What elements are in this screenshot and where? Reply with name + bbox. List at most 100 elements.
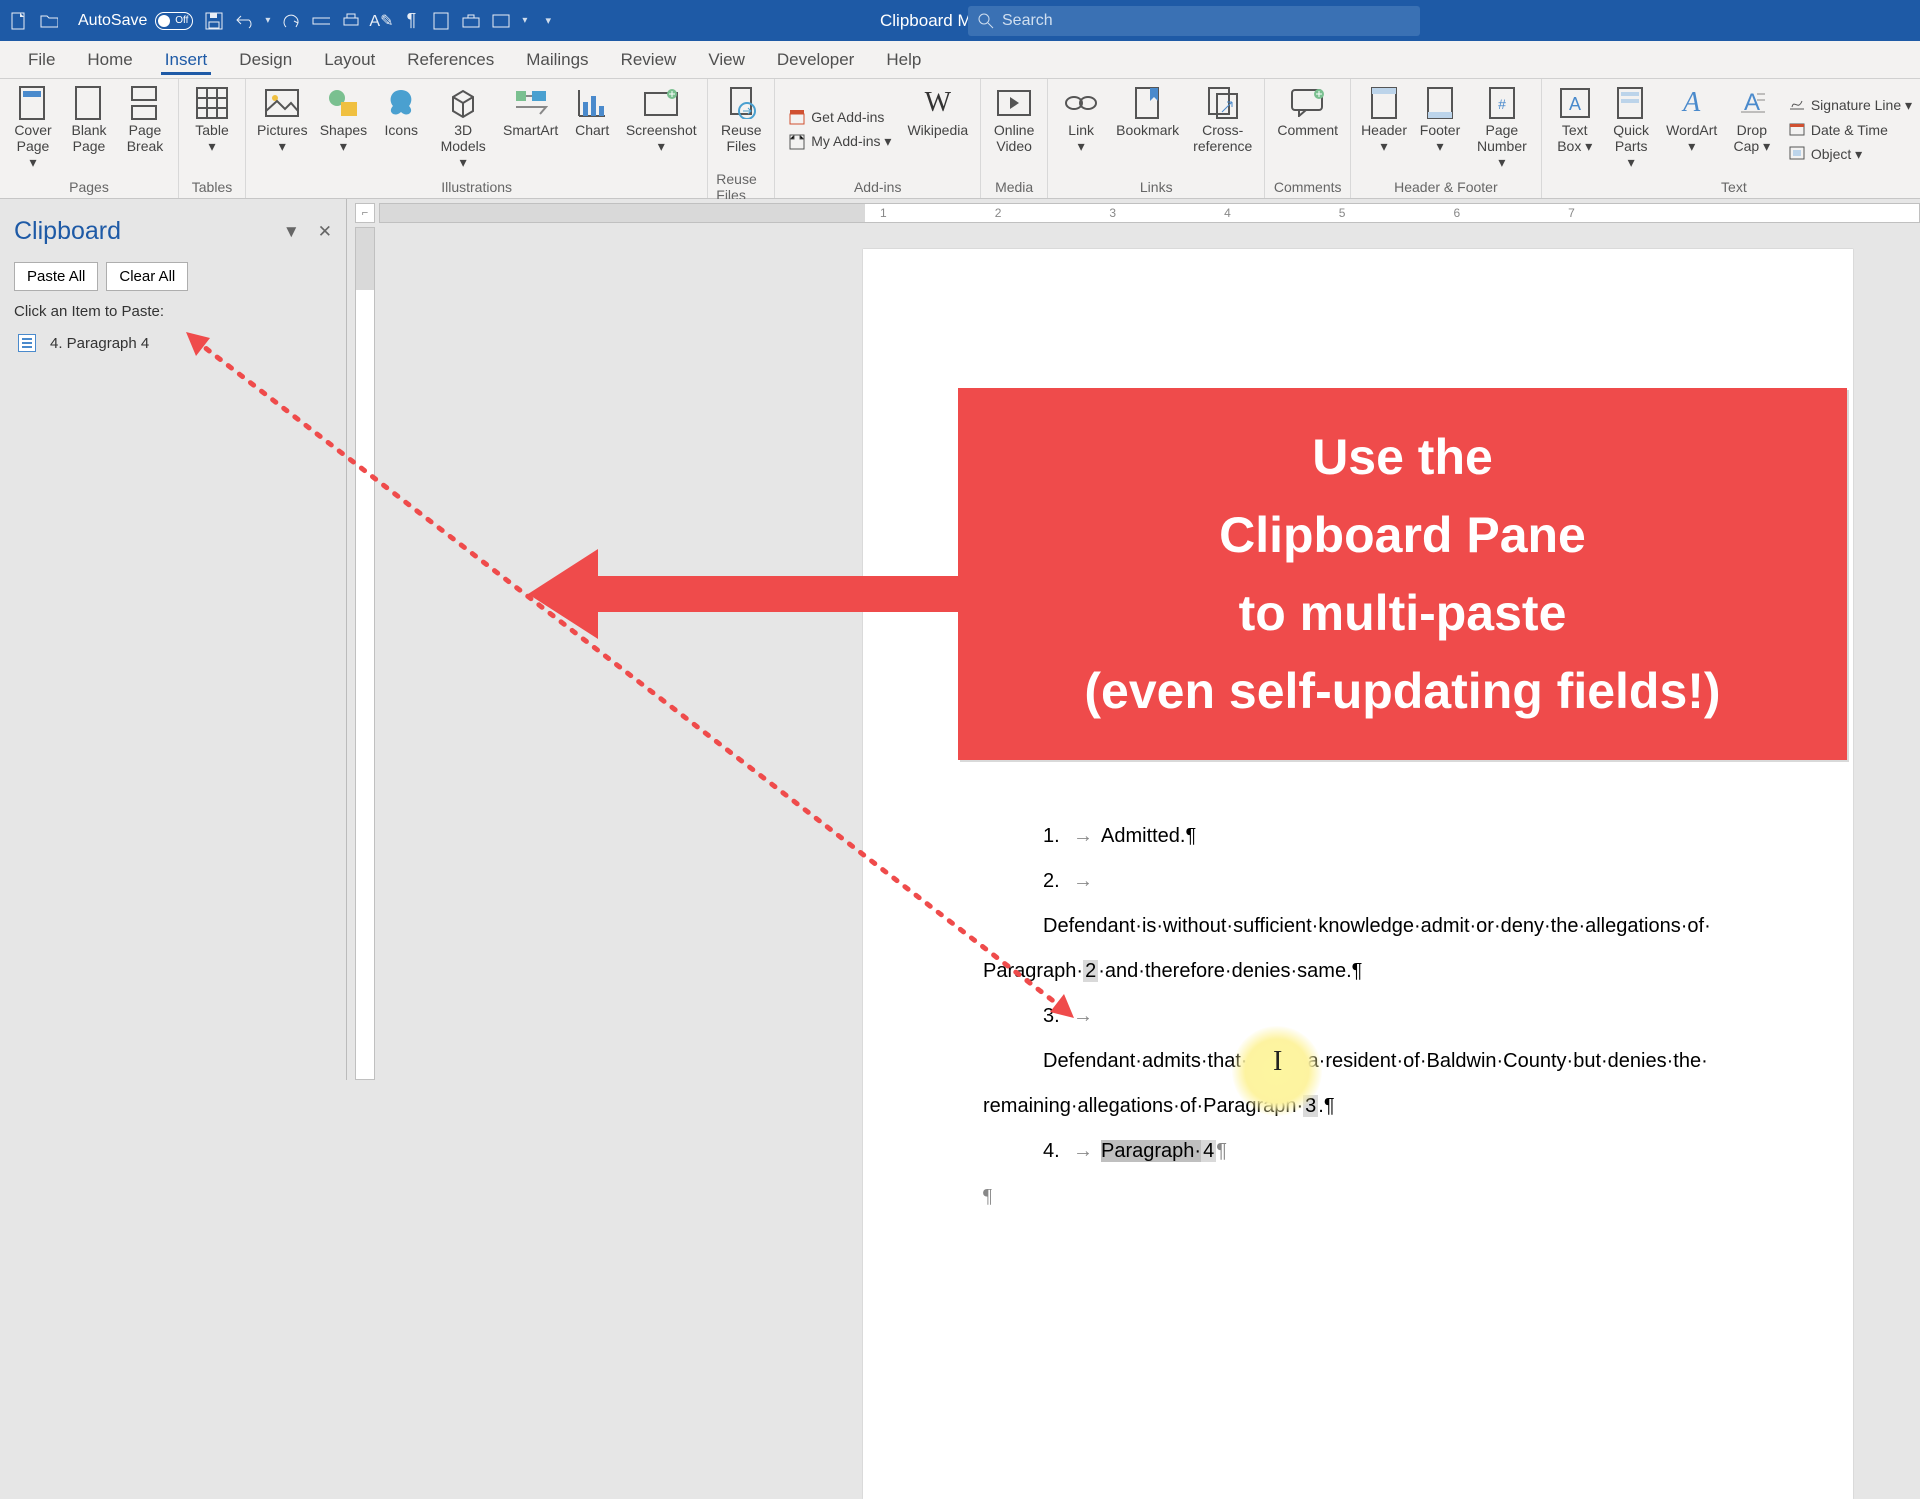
my-addins-button[interactable]: My Add-ins ▾ [783,130,897,153]
group-text-label: Text [1721,176,1747,198]
textbox-button[interactable]: ATextBox ▾ [1550,83,1600,176]
comment-button[interactable]: Comment [1273,83,1342,176]
date-time-icon [1789,122,1805,138]
search-input[interactable] [1002,12,1410,30]
clipboard-item[interactable]: 4. Paragraph 4 [14,330,332,356]
show-hide-icon[interactable]: ¶ [402,12,420,30]
save-icon[interactable] [205,12,223,30]
tab-mailings[interactable]: Mailings [510,41,604,79]
autosave-toggle[interactable]: AutoSave Off [78,12,193,30]
autosave-label: AutoSave [78,12,147,30]
tab-help[interactable]: Help [870,41,937,79]
comment-icon [1291,86,1325,120]
tab-home[interactable]: Home [71,41,148,79]
redo-icon[interactable] [282,12,300,30]
page-break-button[interactable]: PageBreak [120,83,170,176]
qat-split-icon[interactable]: ▾ [522,15,527,26]
chart-icon [575,86,609,120]
group-reuse-label: Reuse Files [716,176,766,198]
qat-more-icon[interactable]: ▾ [545,14,551,27]
vertical-ruler[interactable] [355,227,375,1080]
smartart-button[interactable]: SmartArt [500,83,561,176]
crossref-button[interactable]: Cross-reference [1189,83,1256,176]
wikipedia-icon: W [921,86,955,120]
qat-icon-10[interactable] [492,12,510,30]
word-doc-icon [18,334,36,352]
undo-icon[interactable] [235,12,253,30]
object-button[interactable]: Object ▾ [1783,143,1918,166]
footer-button[interactable]: Footer▾ [1415,83,1465,176]
quick-print-icon[interactable] [342,12,360,30]
horizontal-ruler[interactable]: 1 2 3 4 5 6 7 [379,203,1920,223]
qat-icon-9[interactable] [462,12,480,30]
link-button[interactable]: Link▾ [1056,83,1106,176]
qat-icon-6[interactable]: A✎ [372,12,390,30]
3d-models-button[interactable]: 3DModels ▾ [432,83,494,176]
tab-view[interactable]: View [692,41,761,79]
new-file-icon[interactable] [10,12,28,30]
shapes-icon [326,86,360,120]
crossref-icon [1206,86,1240,120]
pane-close-icon[interactable]: ✕ [318,222,332,242]
screenshot-button[interactable]: Screenshot▾ [623,83,699,176]
page-number-button[interactable]: #PageNumber ▾ [1471,83,1533,176]
tab-developer[interactable]: Developer [761,41,871,79]
pictures-button[interactable]: Pictures▾ [254,83,311,176]
video-icon [997,86,1031,120]
table-button[interactable]: Table▾ [187,83,237,176]
instruction-callout: Use the Clipboard Pane to multi-paste (e… [958,388,1847,760]
search-box[interactable] [968,6,1420,36]
dropcap-button[interactable]: ADropCap ▾ [1727,83,1777,176]
get-addins-button[interactable]: Get Add-ins [783,106,897,128]
blank-page-button[interactable]: BlankPage [64,83,114,176]
wikipedia-button[interactable]: WWikipedia [903,83,972,176]
blank-page-icon [72,86,106,120]
online-video-button[interactable]: OnlineVideo [989,83,1039,176]
bookmark-button[interactable]: Bookmark [1112,83,1183,176]
wordart-icon: A [1675,86,1709,120]
tab-references[interactable]: References [391,41,510,79]
doc-item-3: 3.→Defendant·admits·that·she·is·a·reside… [983,994,1733,1084]
tab-review[interactable]: Review [605,41,693,79]
undo-split-icon[interactable]: ▾ [265,15,270,26]
date-time-button[interactable]: Date & Time [1783,119,1918,141]
icons-icon [384,86,418,120]
group-illustrations-label: Illustrations [441,176,512,198]
pictures-icon [265,86,299,120]
wordart-button[interactable]: AWordArt▾ [1663,83,1721,176]
group-comments-label: Comments [1274,176,1342,198]
clear-all-button[interactable]: Clear All [106,262,188,291]
group-links-label: Links [1140,176,1173,198]
shapes-button[interactable]: Shapes▾ [317,83,371,176]
group-media-label: Media [995,176,1033,198]
cover-page-button[interactable]: CoverPage ▾ [8,83,58,176]
page-number-icon: # [1485,86,1519,120]
smartart-icon [514,86,548,120]
ribbon-tabs: File Home Insert Design Layout Reference… [0,41,1920,79]
field-ref: 2 [1083,960,1098,982]
field-ref: 4 [1201,1140,1216,1162]
qat-icon-4[interactable] [312,12,330,30]
group-tables-label: Tables [192,176,232,198]
group-pages-label: Pages [69,176,109,198]
tab-file[interactable]: File [12,41,71,79]
signature-line-button[interactable]: Signature Line ▾ [1783,94,1918,117]
tab-insert[interactable]: Insert [149,41,224,79]
reuse-files-icon [724,86,758,120]
tab-design[interactable]: Design [223,41,308,79]
quick-parts-button[interactable]: QuickParts ▾ [1606,83,1657,176]
ruler-corner[interactable]: ⌐ [355,203,375,223]
header-button[interactable]: Header▾ [1359,83,1409,176]
pane-menu-icon[interactable]: ▼ [283,222,300,242]
footer-icon [1423,86,1457,120]
paste-all-button[interactable]: Paste All [14,262,98,291]
icons-button[interactable]: Icons [376,83,426,176]
tab-layout[interactable]: Layout [308,41,391,79]
doc-item-4: 4.→Paragraph·4¶ [983,1129,1733,1174]
svg-text:A: A [1569,94,1581,114]
cube-icon [446,86,480,120]
qat-icon-8[interactable] [432,12,450,30]
chart-button[interactable]: Chart [567,83,617,176]
reuse-files-button[interactable]: ReuseFiles [716,83,766,176]
open-file-icon[interactable] [40,12,58,30]
